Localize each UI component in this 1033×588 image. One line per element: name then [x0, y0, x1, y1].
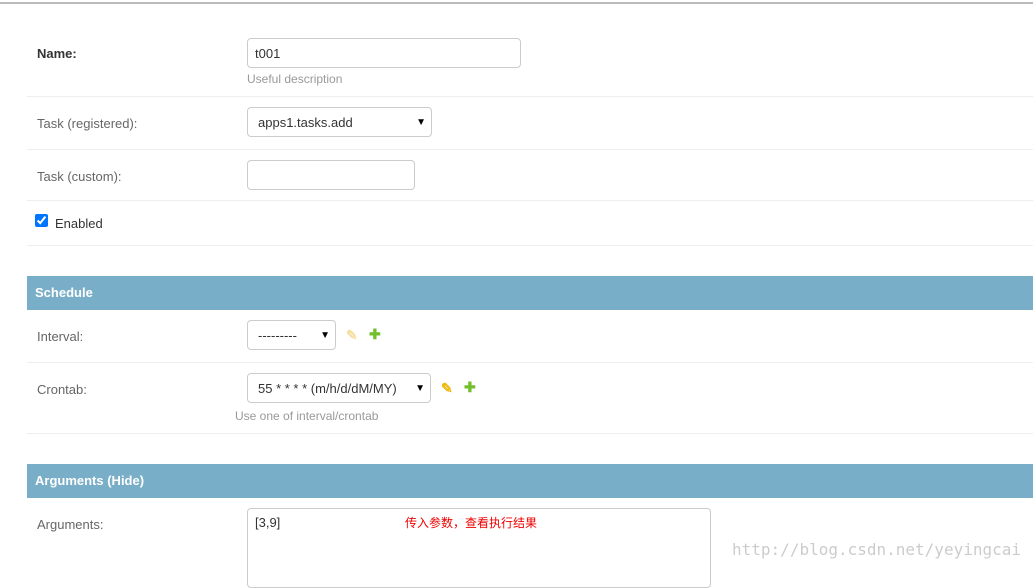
pencil-icon[interactable]: ✎ — [346, 327, 358, 344]
chevron-down-icon: ▼ — [320, 329, 330, 341]
arguments-value: [3,9] — [255, 515, 281, 530]
task-custom-label: Task (custom): — [37, 169, 122, 184]
chevron-down-icon: ▼ — [415, 382, 425, 394]
chevron-down-icon: ▼ — [416, 116, 426, 128]
enabled-row: Enabled — [27, 201, 1033, 246]
crontab-label: Crontab: — [37, 382, 87, 397]
crontab-select[interactable]: 55 * * * * (m/h/d/dM/MY) ▼ — [247, 373, 431, 403]
crontab-value: 55 * * * * (m/h/d/dM/MY) — [258, 380, 397, 396]
schedule-header: Schedule — [27, 276, 1033, 310]
arguments-header: Arguments (Hide) — [27, 464, 1033, 498]
task-registered-row: Task (registered): apps1.tasks.add ▼ — [27, 97, 1033, 150]
watermark: http://blog.csdn.net/yeyingcai — [732, 540, 1021, 559]
plus-icon[interactable]: ✚ — [464, 379, 476, 396]
name-value: t001 — [255, 45, 281, 61]
task-registered-value: apps1.tasks.add — [258, 114, 353, 130]
task-registered-label: Task (registered): — [37, 116, 138, 131]
arguments-label: Arguments: — [37, 517, 104, 532]
name-row: Name: t001 Useful description — [27, 28, 1033, 97]
annotation-note: 传入参数，查看执行结果 — [405, 516, 538, 530]
interval-select[interactable]: --------- ▼ — [247, 320, 336, 350]
enabled-checkbox[interactable] — [35, 214, 48, 227]
task-custom-input[interactable] — [247, 160, 415, 190]
pencil-icon[interactable]: ✎ — [441, 380, 453, 397]
enabled-label: Enabled — [55, 216, 103, 231]
name-label: Name: — [37, 46, 77, 61]
name-help: Useful description — [247, 72, 343, 86]
task-custom-row: Task (custom): — [27, 150, 1033, 201]
crontab-help: Use one of interval/crontab — [235, 409, 379, 423]
interval-row: Interval: --------- ▼ ✎ ✚ — [27, 310, 1033, 363]
name-input[interactable]: t001 — [247, 38, 521, 68]
top-border — [0, 2, 1033, 4]
interval-label: Interval: — [37, 329, 84, 344]
task-registered-select[interactable]: apps1.tasks.add ▼ — [247, 107, 432, 137]
interval-value: --------- — [258, 327, 297, 343]
crontab-row: Crontab: 55 * * * * (m/h/d/dM/MY) ▼ ✎ ✚ U… — [27, 363, 1033, 434]
plus-icon[interactable]: ✚ — [369, 326, 381, 343]
arguments-row: Arguments: [3,9] 传入参数，查看执行结果 — [27, 498, 1033, 588]
